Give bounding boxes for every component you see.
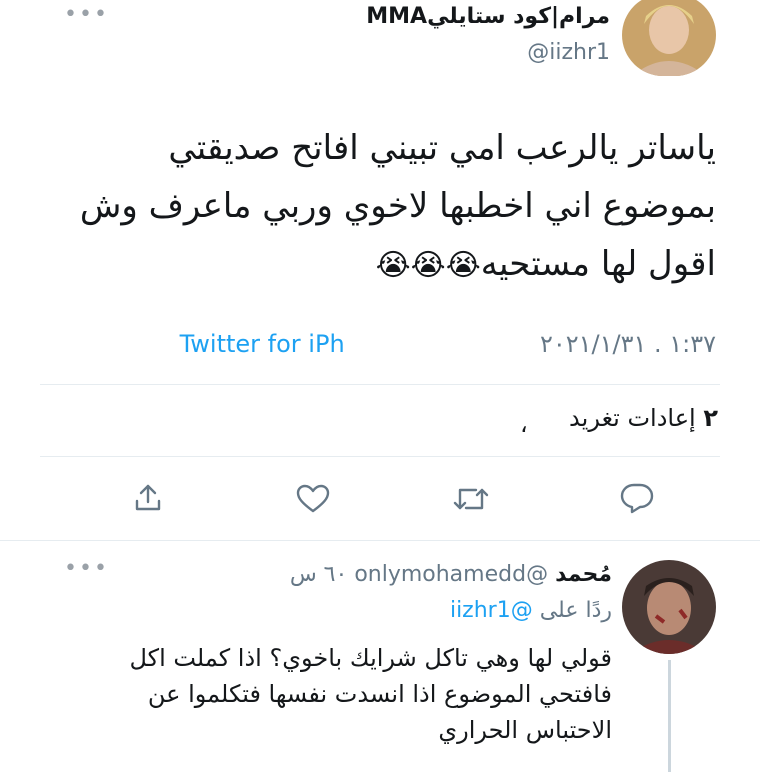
reply-author-name[interactable]: مُحمد	[555, 562, 612, 587]
reply-icon[interactable]	[620, 482, 654, 514]
reply-text-line-1: قولي لها وهي تاكل شرايك باخوي؟ اذا كملت …	[129, 644, 612, 672]
replying-to-handle[interactable]: @iizhr1	[450, 598, 533, 623]
reply-time: ٦٠ س	[289, 562, 348, 587]
retweet-count: ٢	[703, 404, 718, 432]
share-icon[interactable]	[132, 482, 164, 514]
reply-author-avatar[interactable]	[622, 560, 716, 654]
tweet-text-line-3: اقول لها مستحيه😭😭😭	[376, 236, 716, 294]
reply-text-line-3: الاحتباس الحراري	[438, 716, 612, 744]
retweet-stats[interactable]: ٢ إعادات تغريد	[569, 404, 718, 432]
reply-header: مُحمد @onlymohamedd ٦٠ س	[290, 562, 612, 587]
reply-author-handle[interactable]: @onlymohamedd	[354, 562, 548, 587]
divider	[40, 456, 720, 457]
like-icon[interactable]	[296, 484, 330, 514]
obscured-stat: ،	[520, 410, 528, 438]
tweet-meta: Twitter for iPh ١:٣٧ . ٢٠٢١/١/٣١	[180, 330, 716, 358]
author-avatar[interactable]	[622, 0, 716, 76]
tweet-text-line-2: بموضوع اني اخطبها لاخوي وربي ماعرف وش	[79, 186, 716, 226]
tweet-timestamp: ١:٣٧ . ٢٠٢١/١/٣١	[539, 330, 716, 358]
replying-to-label: ردًا على	[539, 598, 612, 623]
reply-text-line-2: فافتحي الموضوع اذا انسدت نفسها فتكلموا ع…	[147, 680, 612, 708]
more-options-icon[interactable]: •••	[64, 2, 109, 27]
thread-line	[668, 660, 671, 772]
replying-to: ردًا على @iizhr1	[450, 598, 612, 623]
tweet-text-line-1: ياساتر يالرعب امي تبيني افاتح صديقتي	[168, 128, 716, 168]
divider	[0, 540, 760, 541]
divider	[40, 384, 720, 385]
author-handle[interactable]: @iizhr1	[527, 40, 610, 65]
retweet-icon[interactable]	[452, 484, 490, 514]
tweet-text-line-3-text: اقول لها مستحيه	[480, 244, 716, 284]
author-name[interactable]: مرام|كود ستايليMMA	[366, 4, 610, 29]
tweet-source[interactable]: Twitter for iPh	[180, 330, 345, 358]
retweet-label: إعادات تغريد	[569, 404, 696, 432]
reply-more-options-icon[interactable]: •••	[64, 556, 109, 581]
crying-emoji: 😭😭😭	[375, 248, 481, 283]
